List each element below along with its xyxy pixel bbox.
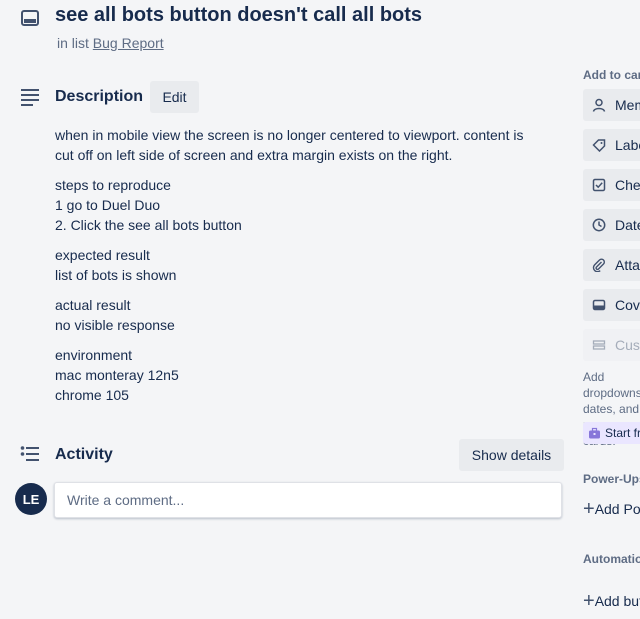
description-line: environment bbox=[55, 347, 133, 363]
description-paragraph: when in mobile view the screen is no lon… bbox=[55, 125, 555, 165]
members-button-label: Members bbox=[615, 97, 640, 113]
description-paragraph: steps to reproduce 1 go to Duel Duo 2. Cli… bbox=[55, 175, 555, 235]
clock-icon bbox=[592, 218, 606, 232]
checkbox-icon bbox=[592, 178, 606, 192]
description-line: list of bots is shown bbox=[55, 267, 177, 283]
start-trial-label: Start free trial bbox=[605, 426, 640, 440]
custom-fields-icon bbox=[592, 340, 606, 350]
activity-icon bbox=[20, 446, 39, 461]
tag-icon bbox=[592, 139, 606, 152]
add-automation-label: Add button bbox=[594, 593, 640, 609]
add-automation-button[interactable]: + Add button bbox=[583, 585, 640, 617]
description-line: cut off on left side of screen and extra… bbox=[55, 147, 453, 163]
add-to-card-label: Add to card bbox=[583, 68, 640, 82]
description-line: chrome 105 bbox=[55, 387, 129, 403]
start-trial-button[interactable]: Start free trial bbox=[583, 422, 640, 444]
avatar[interactable]: LE bbox=[15, 483, 47, 515]
plus-icon: + bbox=[583, 589, 595, 612]
description-line: steps to reproduce bbox=[55, 177, 171, 193]
edit-description-button[interactable]: Edit bbox=[150, 81, 199, 113]
add-powerups-label: Add Power-Ups bbox=[594, 501, 640, 517]
description-line: actual result bbox=[55, 297, 131, 313]
dates-button-label: Dates bbox=[615, 217, 640, 233]
person-icon bbox=[592, 98, 606, 112]
list-name-link[interactable]: Bug Report bbox=[93, 35, 164, 51]
list-breadcrumb: in list Bug Report bbox=[57, 35, 164, 51]
note-line: Add dropdowns, bbox=[583, 370, 640, 400]
labels-button-label: Labels bbox=[615, 137, 640, 153]
show-details-button[interactable]: Show details bbox=[459, 439, 564, 471]
description-line: no visible response bbox=[55, 317, 175, 333]
powerups-label: Power-Ups bbox=[583, 472, 640, 486]
activity-heading: Activity bbox=[55, 446, 113, 463]
in-list-prefix: in list bbox=[57, 35, 89, 51]
plus-icon: + bbox=[583, 497, 595, 520]
automation-label: Automation bbox=[583, 552, 640, 566]
labels-button[interactable]: Labels bbox=[583, 129, 640, 161]
cover-button-label: Cover bbox=[615, 297, 640, 313]
description-body[interactable]: when in mobile view the screen is no lon… bbox=[55, 125, 555, 415]
card-icon bbox=[21, 10, 39, 26]
attachment-button-label: Attachment bbox=[615, 257, 640, 273]
comment-input[interactable]: Write a comment... bbox=[54, 482, 562, 518]
members-button[interactable]: Members bbox=[583, 89, 640, 121]
card-title[interactable]: see all bots button doesn't call all bot… bbox=[55, 4, 422, 27]
add-powerups-button[interactable]: + Add Power-Ups bbox=[583, 493, 640, 525]
description-line: when in mobile view the screen is no lon… bbox=[55, 127, 524, 143]
description-paragraph: environment mac monteray 12n5 chrome 105 bbox=[55, 345, 555, 405]
description-paragraph: expected result list of bots is shown bbox=[55, 245, 555, 285]
checklist-button-label: Checklist bbox=[615, 177, 640, 193]
description-line: mac monteray 12n5 bbox=[55, 367, 179, 383]
description-line: expected result bbox=[55, 247, 150, 263]
briefcase-icon bbox=[589, 427, 600, 438]
cover-icon bbox=[592, 299, 606, 311]
custom-fields-button-label: Custom Fields bbox=[615, 337, 640, 353]
cover-button[interactable]: Cover bbox=[583, 289, 640, 321]
attachment-button[interactable]: Attachment bbox=[583, 249, 640, 281]
description-paragraph: actual result no visible response bbox=[55, 295, 555, 335]
card-detail-window: see all bots button doesn't call all bot… bbox=[0, 0, 640, 619]
dates-button[interactable]: Dates bbox=[583, 209, 640, 241]
checklist-button[interactable]: Checklist bbox=[583, 169, 640, 201]
description-icon bbox=[21, 89, 39, 106]
paperclip-icon bbox=[592, 258, 606, 272]
description-line: 2. Click the see all bots button bbox=[55, 217, 242, 233]
description-line: 1 go to Duel Duo bbox=[55, 197, 161, 213]
description-heading: Description bbox=[55, 88, 144, 105]
custom-fields-button: Custom Fields bbox=[583, 329, 640, 361]
